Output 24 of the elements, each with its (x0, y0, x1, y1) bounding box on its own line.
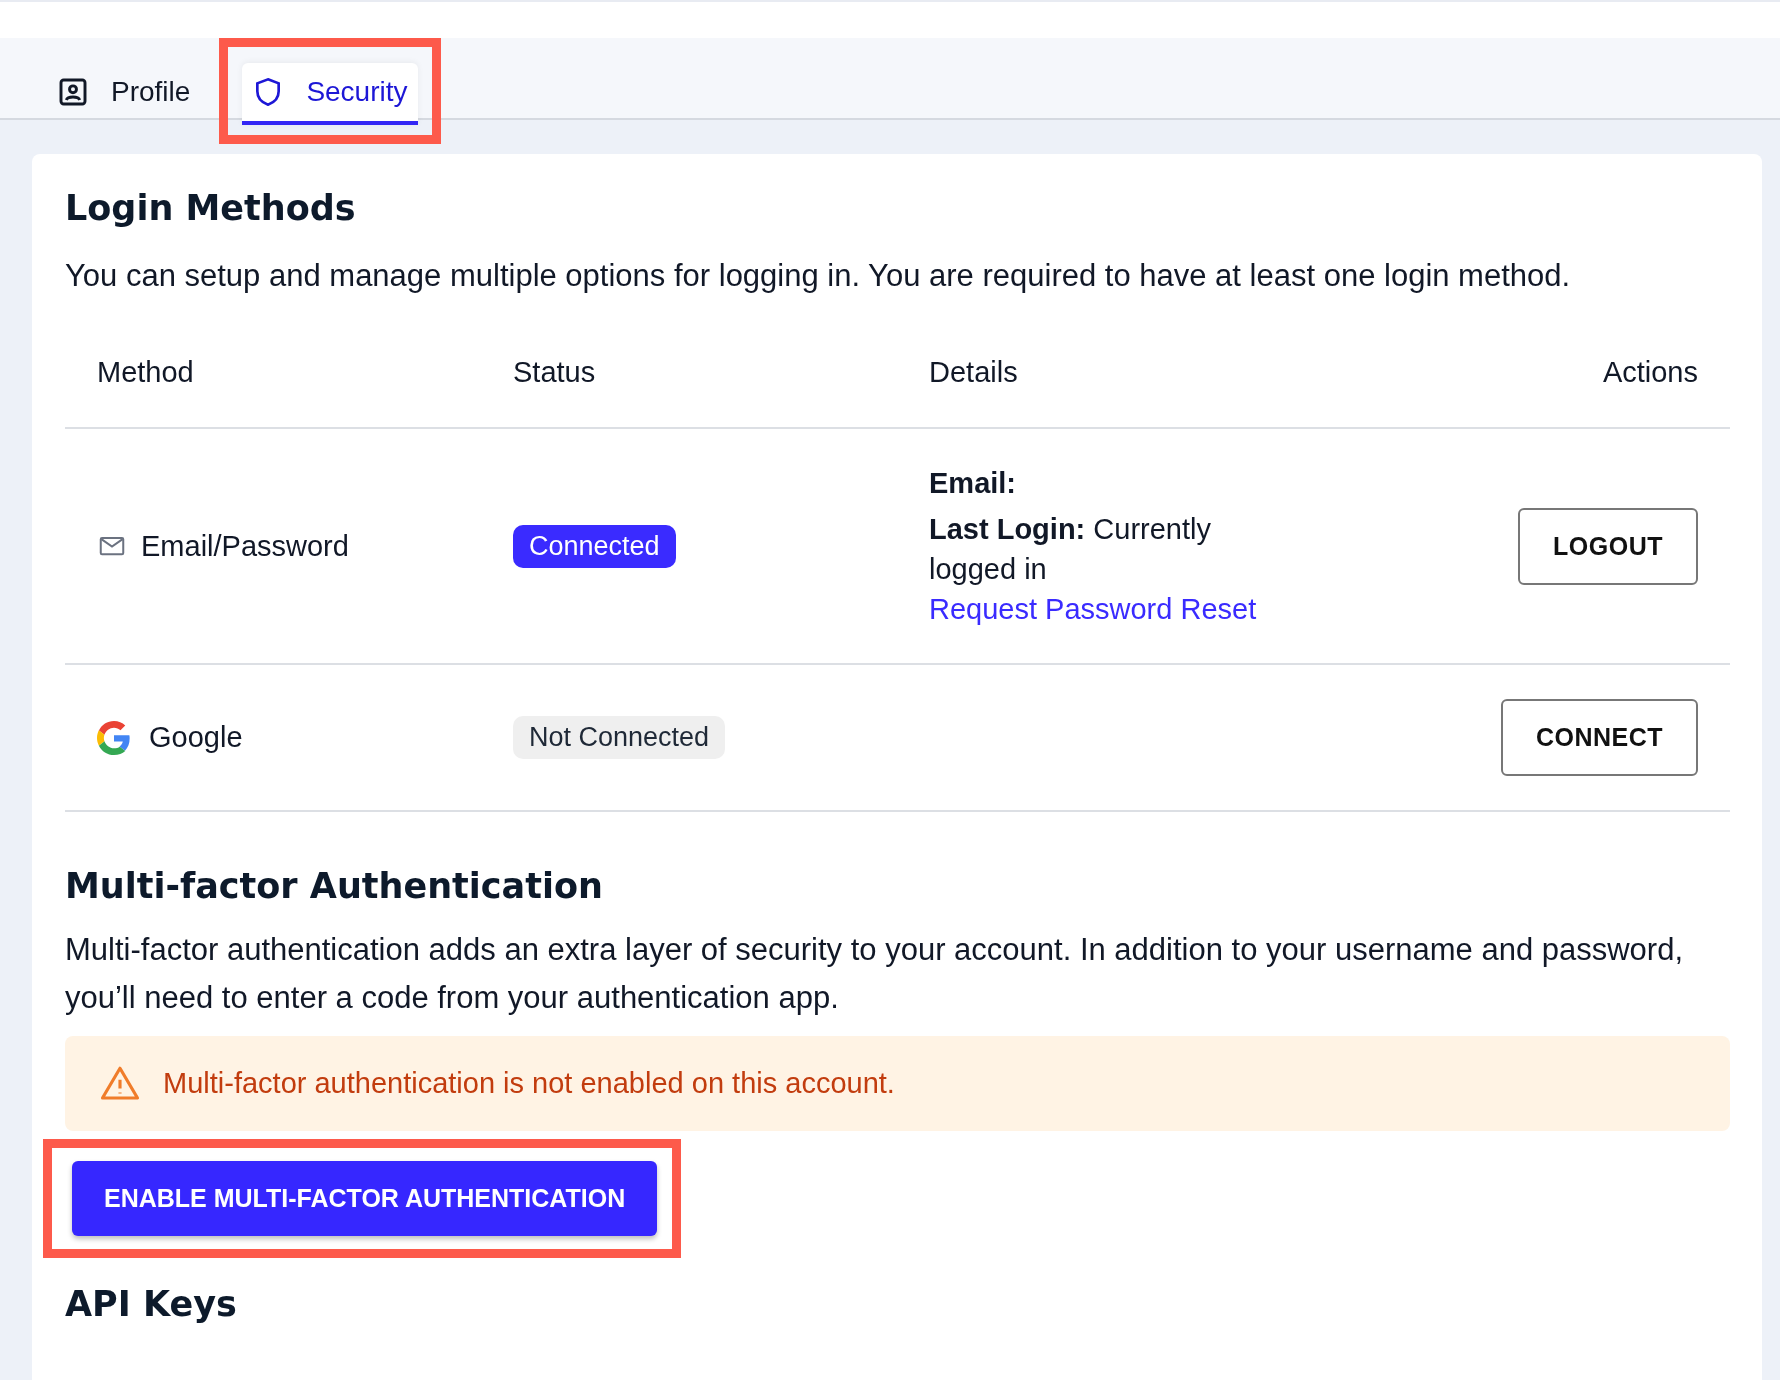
column-header: Status (513, 356, 596, 388)
section-description: You can setup and manage multiple options for logging in. You are required to have at least one login method. (65, 257, 1572, 295)
reset-password-link[interactable]: Request Password Reset (929, 593, 1257, 625)
section-heading: Multi-factor Authentication (65, 866, 604, 906)
method-name: Google (149, 721, 243, 754)
tab[interactable]: Profile (47, 63, 201, 125)
action-button[interactable]: CONNECT (1500, 699, 1698, 776)
warning-text: Multi-factor authentication is not enabled on this account. (163, 1067, 895, 1100)
enable-mfa-button[interactable]: ENABLE MULTI-FACTOR AUTHENTICATION (72, 1161, 658, 1236)
column-header: Method (97, 356, 194, 388)
action-button[interactable]: LOGOUT (1518, 507, 1698, 585)
tab[interactable]: Security (242, 63, 418, 125)
section-heading: Login Methods (65, 188, 357, 228)
detail-text: Last Login: Currently logged in (929, 512, 1212, 587)
profile-icon (57, 76, 89, 108)
column-header: Details (929, 356, 1018, 388)
column-header: Actions (1602, 356, 1698, 388)
status-badge: Connected (513, 524, 676, 568)
status-badge: Not Connected (513, 716, 726, 759)
section-description: Multi-factor authentication adds an extra layer of security to your account. In addition to your username and password, you’ll need to enter a code from your authentication app. (65, 931, 1685, 1017)
detail-text: Email: (929, 466, 1018, 501)
section-heading: API Keys (65, 1284, 238, 1324)
method-name: Email/Password (141, 529, 349, 563)
google-icon (97, 720, 131, 755)
